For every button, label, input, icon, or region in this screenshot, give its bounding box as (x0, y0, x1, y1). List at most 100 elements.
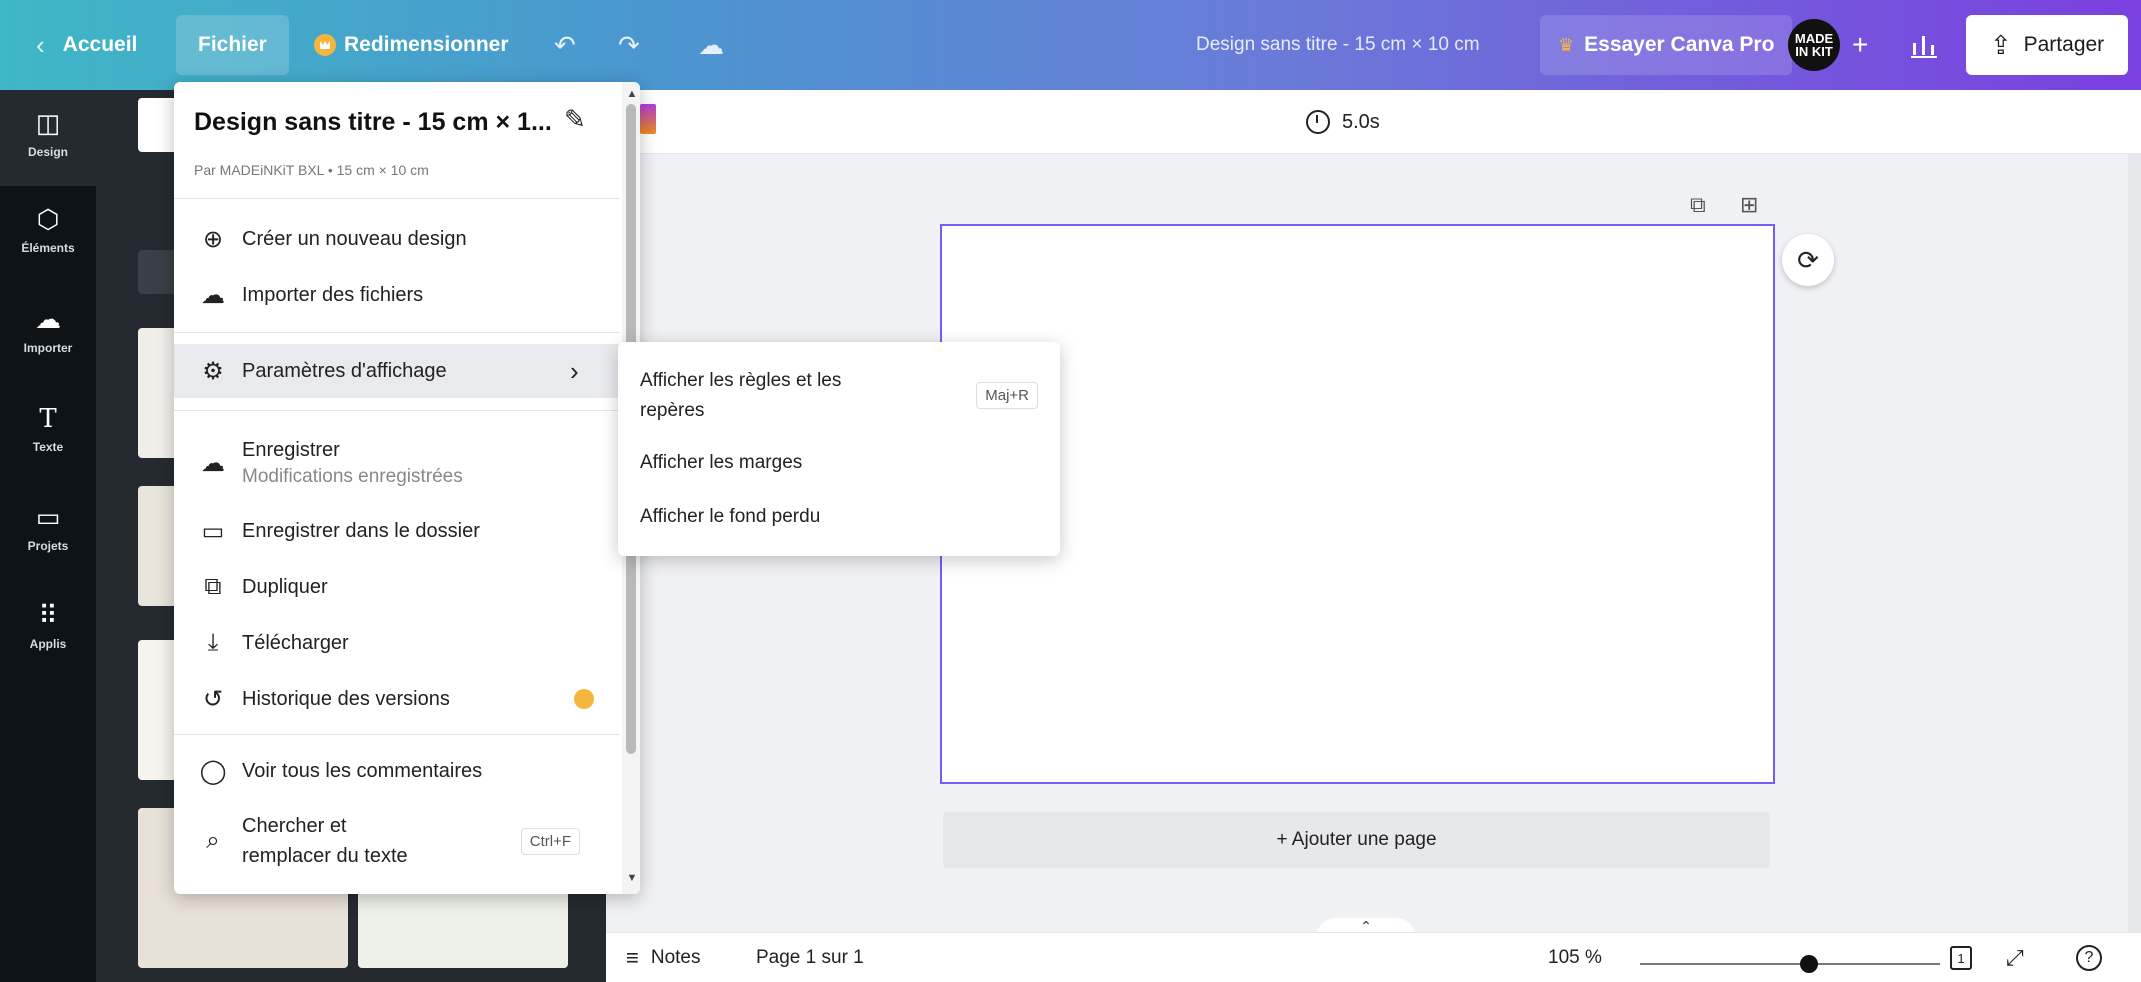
shortcut-badge: Maj+R (976, 382, 1038, 409)
avatar-button[interactable]: MADE IN KIT (1788, 0, 1840, 90)
submenu-item-rulers-guides[interactable]: Afficher les règles et les repères (640, 366, 841, 426)
history-icon: ↺ (202, 685, 224, 713)
menu-design-title: Design sans titre - 15 cm × 1... (194, 108, 552, 136)
fullscreen-icon[interactable]: ⤢ (2006, 933, 2024, 982)
menu-item-find-replace[interactable]: ⌕ Chercher et remplacer du texte Ctrl+F (174, 804, 620, 878)
crown-icon: ♛ (1558, 34, 1575, 55)
scroll-down-arrow-icon[interactable]: ▼ (624, 872, 640, 884)
rail-label: Design (27, 145, 68, 159)
template-thumbnail[interactable] (138, 328, 178, 458)
apps-grid-icon: ⠿ (38, 600, 58, 630)
menu-item-new-design[interactable]: ⊕ Créer un nouveau design (174, 216, 620, 262)
cloud-saved-icon[interactable]: ☁ (698, 0, 724, 90)
add-member-button[interactable]: + (1852, 0, 1868, 90)
duplicate-icon: ⧉ (204, 573, 222, 600)
menu-item-version-history[interactable]: ↺ Historique des versions (174, 676, 620, 722)
duration-button[interactable]: 5.0s (1306, 90, 1380, 154)
redo-icon[interactable]: ↷ (618, 0, 640, 90)
menu-item-label: Historique des versions (242, 687, 450, 710)
crown-icon (314, 34, 336, 56)
menu-item-download[interactable]: ⤓ Télécharger (174, 620, 620, 666)
share-label: Partager (2023, 33, 2105, 56)
menu-item-label: Enregistrer dans le dossier (242, 519, 480, 542)
menu-item-text: Chercher et remplacer du texte (242, 811, 408, 871)
menu-divider (174, 410, 620, 411)
template-thumbnail[interactable] (138, 640, 178, 780)
upload-cloud-icon: ☁ (201, 281, 225, 309)
zoom-level[interactable]: 105 % (1548, 933, 1602, 982)
folder-icon: ▭ (35, 502, 61, 532)
filter-chip[interactable] (138, 250, 178, 294)
rail-item-apps[interactable]: ⠿ Applis (0, 600, 96, 651)
menu-item-save-to-folder[interactable]: ▭ Enregistrer dans le dossier (174, 508, 620, 554)
try-pro-button[interactable]: ♛ Essayer Canva Pro (1540, 15, 1793, 75)
back-home-button[interactable]: ‹ Accueil (36, 0, 137, 90)
comment-icon: ◯ (199, 757, 227, 785)
left-rail: ◫ Design ⬡ Éléments ☁ Importer T Texte ▭… (0, 90, 96, 982)
color-swatch[interactable] (640, 104, 656, 134)
undo-icon[interactable]: ↶ (554, 0, 576, 90)
search-box[interactable] (138, 98, 178, 152)
top-bar: ‹ Accueil Fichier Redimensionner ↶ ↷ ☁ D… (0, 0, 2141, 90)
edit-pencil-icon[interactable]: ✎ (564, 104, 586, 135)
notes-button[interactable]: ≡ Notes (626, 933, 700, 982)
gear-icon: ⚙ (202, 357, 224, 385)
submenu-item-label: Afficher les règles et les (640, 370, 842, 391)
download-icon: ⤓ (207, 629, 219, 656)
magic-refresh-icon[interactable]: ⟳ (1782, 234, 1834, 286)
menu-divider (174, 332, 620, 333)
search-icon: ⌕ (206, 827, 220, 854)
menu-item-label: Chercher et (242, 815, 347, 837)
file-menu-button[interactable]: Fichier (176, 15, 289, 75)
footer-bar: ≡ Notes Page 1 sur 1 105 % 1 ⤢ ? (606, 932, 2141, 982)
share-icon: ⇪ (1989, 29, 2012, 60)
rail-item-projects[interactable]: ▭ Projets (0, 502, 96, 553)
premium-badge-icon (574, 689, 594, 709)
menu-item-view-comments[interactable]: ◯ Voir tous les commentaires (174, 748, 620, 794)
analytics-icon[interactable] (1910, 0, 1938, 90)
text-icon: T (39, 404, 57, 434)
menu-item-label: Voir tous les commentaires (242, 759, 483, 782)
save-status: Modifications enregistrées (242, 465, 463, 487)
menu-item-duplicate[interactable]: ⧉ Dupliquer (174, 564, 620, 610)
design-title[interactable]: Design sans titre - 15 cm × 10 cm (1196, 0, 1480, 90)
page-indicator: Page 1 sur 1 (756, 947, 864, 968)
rail-label: Projets (27, 539, 69, 553)
menu-item-label: Créer un nouveau design (242, 227, 467, 250)
submenu-item-margins[interactable]: Afficher les marges (640, 448, 802, 478)
design-canvas[interactable] (940, 224, 1775, 784)
cloud-check-icon: ☁ (201, 449, 225, 477)
share-button[interactable]: ⇪ Partager (1966, 15, 2128, 75)
rail-label: Importer (23, 341, 73, 355)
zoom-slider-handle[interactable] (1800, 955, 1818, 973)
rail-item-elements[interactable]: ⬡ Éléments (0, 204, 96, 255)
rail-item-text[interactable]: T Texte (0, 404, 96, 454)
notes-icon: ≡ (626, 945, 639, 970)
resize-button[interactable]: Redimensionner (314, 0, 509, 90)
add-page-button[interactable]: + Ajouter une page (943, 812, 1770, 868)
zoom-slider-track[interactable] (1640, 963, 1940, 965)
add-page-icon[interactable]: ⊞ (1740, 192, 1758, 218)
menu-design-subtitle: Par MADEiNKiT BXL • 15 cm × 10 cm (194, 162, 429, 178)
template-thumbnail[interactable] (138, 486, 178, 606)
canvas-scrollbar[interactable] (2128, 154, 2141, 932)
try-pro-label: Essayer Canva Pro (1584, 33, 1775, 56)
notes-label: Notes (650, 947, 701, 968)
rail-item-design[interactable]: ◫ Design (0, 90, 96, 186)
menu-item-text: Enregistrer Modifications enregistrées (242, 439, 463, 488)
menu-item-save[interactable]: ☁ Enregistrer Modifications enregistrées (174, 428, 620, 498)
menu-item-label: Importer des fichiers (242, 283, 424, 306)
submenu-item-bleed[interactable]: Afficher le fond perdu (640, 502, 820, 532)
rail-label: Éléments (21, 241, 75, 255)
page-count-button[interactable]: 1 (1950, 933, 1972, 982)
back-home-label: Accueil (62, 33, 138, 56)
menu-item-display-settings[interactable]: ⚙ Paramètres d'affichage › (174, 344, 620, 398)
rail-label: Applis (29, 637, 67, 651)
duplicate-page-icon[interactable]: ⧉ (1690, 192, 1706, 218)
avatar: MADE IN KIT (1788, 19, 1840, 71)
menu-item-upload-files[interactable]: ☁ Importer des fichiers (174, 272, 620, 318)
rail-item-upload[interactable]: ☁ Importer (0, 304, 96, 355)
help-button[interactable]: ? (2076, 933, 2102, 982)
scroll-up-arrow-icon[interactable]: ▲ (624, 88, 640, 100)
menu-divider (174, 734, 620, 735)
